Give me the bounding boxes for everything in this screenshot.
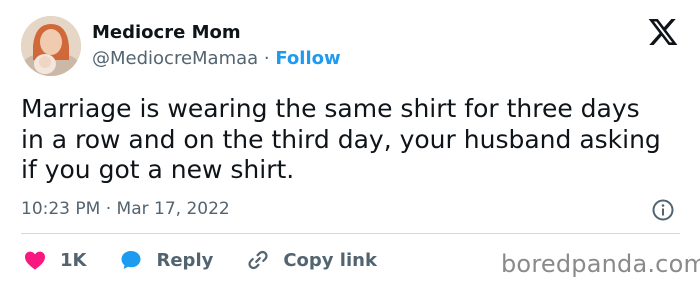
copy-link-label: Copy link bbox=[283, 249, 377, 271]
copy-link-button[interactable]: Copy link bbox=[246, 248, 377, 272]
follow-button[interactable]: Follow bbox=[275, 48, 340, 69]
like-count: 1K bbox=[60, 249, 87, 271]
action-bar: 1K Reply Copy link bbox=[23, 246, 410, 274]
avatar-photo bbox=[21, 16, 81, 76]
separator-dot: · bbox=[258, 48, 276, 69]
like-button[interactable]: 1K bbox=[23, 248, 86, 272]
link-icon bbox=[248, 250, 268, 270]
reply-bubble-icon bbox=[121, 251, 141, 269]
timestamp[interactable]: 10:23 PM · Mar 17, 2022 bbox=[21, 196, 230, 222]
handle-line: @MediocreMamaa · Follow bbox=[92, 47, 341, 71]
display-name[interactable]: Mediocre Mom bbox=[92, 21, 241, 45]
tweet-text: Marriage is wearing the same shirt for t… bbox=[21, 94, 661, 184]
heart-icon bbox=[25, 251, 45, 270]
avatar[interactable] bbox=[21, 16, 81, 76]
handle[interactable]: @MediocreMamaa bbox=[92, 48, 258, 69]
divider bbox=[21, 233, 680, 234]
reply-label: Reply bbox=[156, 249, 214, 271]
info-icon[interactable] bbox=[651, 198, 675, 222]
reply-button[interactable]: Reply bbox=[119, 248, 213, 272]
x-logo-icon[interactable] bbox=[647, 16, 679, 48]
watermark: boredpanda.com bbox=[501, 250, 700, 278]
